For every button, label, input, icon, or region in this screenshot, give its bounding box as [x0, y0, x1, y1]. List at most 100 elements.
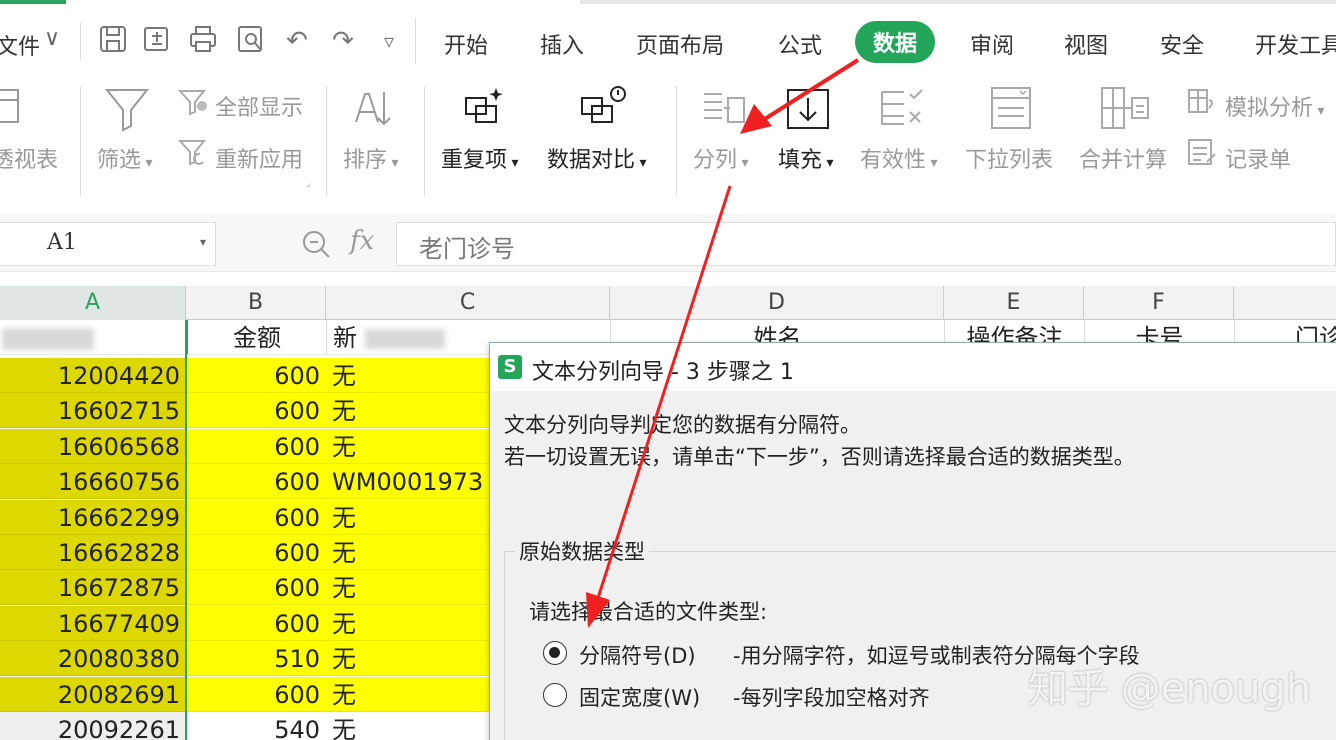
column-header-f[interactable]: F	[1084, 286, 1234, 320]
tab-formulas[interactable]: 公式	[778, 28, 822, 60]
duplicates-icon	[465, 88, 503, 123]
cell-a[interactable]: 16606568	[0, 428, 186, 464]
menu-file[interactable]: 文件	[0, 29, 40, 61]
cell-b[interactable]: 600	[186, 464, 326, 500]
filter-button[interactable]: 筛选 ▾	[97, 142, 153, 174]
formula-bar: A1 ▾ fx 老门诊号	[0, 214, 1336, 272]
choose-prompt: 请选择最合适的文件类型:	[529, 600, 768, 624]
chevron-down-icon[interactable]: ∨	[44, 26, 60, 51]
print-icon[interactable]	[186, 24, 220, 58]
filter-icon	[104, 89, 150, 132]
fill-button[interactable]: 填充 ▾	[778, 142, 834, 174]
cell-b[interactable]: 510	[186, 641, 326, 677]
print-preview-icon[interactable]	[234, 24, 268, 58]
group-label: 原始数据类型	[515, 536, 649, 566]
record-form-button[interactable]: 记录单	[1225, 142, 1291, 174]
caret-down-icon: ▾	[387, 155, 399, 171]
caret-down-icon: ▾	[737, 155, 749, 171]
tab-page-layout[interactable]: 页面布局	[636, 28, 724, 60]
cell-b[interactable]: 600	[186, 535, 326, 570]
reapply-button[interactable]: 重新应用	[215, 142, 303, 174]
launcher-icon[interactable]: ⌟	[306, 178, 311, 189]
divider	[415, 18, 416, 64]
what-if-button[interactable]: 模拟分析 ▾	[1225, 90, 1325, 122]
tab-insert[interactable]: 插入	[540, 28, 584, 60]
delimited-label[interactable]: 分隔符号(D)	[579, 640, 696, 670]
divider	[80, 22, 81, 60]
fill-label: 填充	[778, 148, 823, 173]
cell-b[interactable]: 540	[186, 712, 326, 740]
column-headers: A B C D E F G	[0, 286, 1336, 320]
compare-label: 数据对比	[547, 148, 636, 173]
cell-a[interactable]: 20080380	[0, 641, 186, 677]
fixed-width-label[interactable]: 固定宽度(W)	[579, 682, 700, 712]
export-icon[interactable]	[140, 24, 174, 58]
fixed-width-radio[interactable]	[543, 683, 567, 707]
watermark: 知乎 @enough	[1028, 666, 1312, 712]
show-all-button[interactable]: 全部显示	[215, 90, 303, 122]
dropdown-list-button[interactable]: 下拉列表	[965, 142, 1053, 174]
compare-button[interactable]: 数据对比 ▾	[547, 142, 647, 174]
spreadsheet-window: 文件 ∨ ↶ ↷ ▿ 开始 插入 页面布局 公式 数据 审阅 视图 安全 开发工…	[0, 0, 1336, 740]
caret-down-icon[interactable]: ▾	[200, 235, 206, 249]
cell-a[interactable]: 20082691	[0, 676, 186, 712]
duplicates-button[interactable]: 重复项 ▾	[441, 142, 519, 174]
tab-review[interactable]: 审阅	[970, 28, 1014, 60]
validity-button[interactable]: 有效性 ▾	[860, 142, 938, 174]
fixed-width-desc: -每列字段加空格对齐	[733, 686, 930, 710]
delimited-radio[interactable]	[543, 641, 567, 665]
header-cell-a[interactable]	[0, 320, 186, 355]
what-if-label: 模拟分析	[1225, 96, 1314, 121]
cell-a[interactable]: 16662299	[0, 499, 186, 535]
cell-a[interactable]: 16660756	[0, 464, 186, 500]
top-accent-bar	[0, 0, 66, 4]
caret-down-icon: ▾	[507, 155, 519, 171]
cell-a[interactable]: 20092261	[0, 712, 186, 740]
cell-b[interactable]: 600	[186, 358, 326, 393]
cell-a[interactable]: 12004420	[0, 358, 186, 393]
undo-icon[interactable]: ↶	[280, 24, 314, 58]
tab-view[interactable]: 视图	[1064, 28, 1108, 60]
sort-button[interactable]: 排序 ▾	[343, 142, 399, 174]
column-header-b[interactable]: B	[186, 286, 326, 320]
more-icon[interactable]: ▿	[372, 24, 406, 58]
formula-input[interactable]: 老门诊号	[396, 222, 1336, 266]
fx-icon[interactable]: fx	[350, 226, 374, 256]
zoom-icon[interactable]	[302, 230, 332, 260]
caret-down-icon: ▾	[141, 155, 153, 171]
radio-selected-dot	[549, 647, 560, 658]
cell-a[interactable]: 16677409	[0, 605, 186, 641]
show-all-icon	[178, 90, 207, 116]
merge-calc-button[interactable]: 合并计算	[1079, 142, 1167, 174]
header-cell-b[interactable]: 金额	[186, 320, 326, 355]
column-header-e[interactable]: E	[944, 286, 1084, 320]
name-box[interactable]: A1 ▾	[0, 222, 216, 266]
save-icon[interactable]	[96, 24, 130, 58]
pivot-table-button[interactable]: 透视表	[0, 142, 58, 174]
cell-b[interactable]: 600	[186, 428, 326, 464]
cell-a[interactable]: 16662828	[0, 535, 186, 570]
sort-icon	[355, 92, 391, 126]
formula-content: 老门诊号	[419, 235, 515, 263]
redo-icon[interactable]: ↷	[326, 24, 360, 58]
dialog-titlebar[interactable]: S 文本分列向导 - 3 步骤之 1	[490, 343, 1336, 391]
tab-start[interactable]: 开始	[444, 28, 488, 60]
tab-security[interactable]: 安全	[1160, 28, 1204, 60]
tab-developer[interactable]: 开发工具	[1255, 28, 1336, 60]
cell-b[interactable]: 600	[186, 676, 326, 712]
column-header-c[interactable]: C	[326, 286, 610, 320]
column-header-a[interactable]: A	[0, 286, 186, 320]
cell-b[interactable]: 600	[186, 570, 326, 606]
column-header-d[interactable]: D	[610, 286, 944, 320]
caret-down-icon: ▾	[822, 155, 834, 171]
column-header-g[interactable]: G	[1234, 286, 1336, 320]
split-columns-button[interactable]: 分列 ▾	[693, 142, 749, 174]
cell-b[interactable]: 600	[186, 499, 326, 535]
tab-data[interactable]: 数据	[855, 21, 936, 63]
cell-a[interactable]: 16602715	[0, 393, 186, 429]
cell-b[interactable]: 600	[186, 605, 326, 641]
cell-a[interactable]: 16672875	[0, 570, 186, 606]
cell-b[interactable]: 600	[186, 393, 326, 429]
compare-icon	[581, 86, 626, 123]
split-columns-icon	[704, 93, 745, 123]
